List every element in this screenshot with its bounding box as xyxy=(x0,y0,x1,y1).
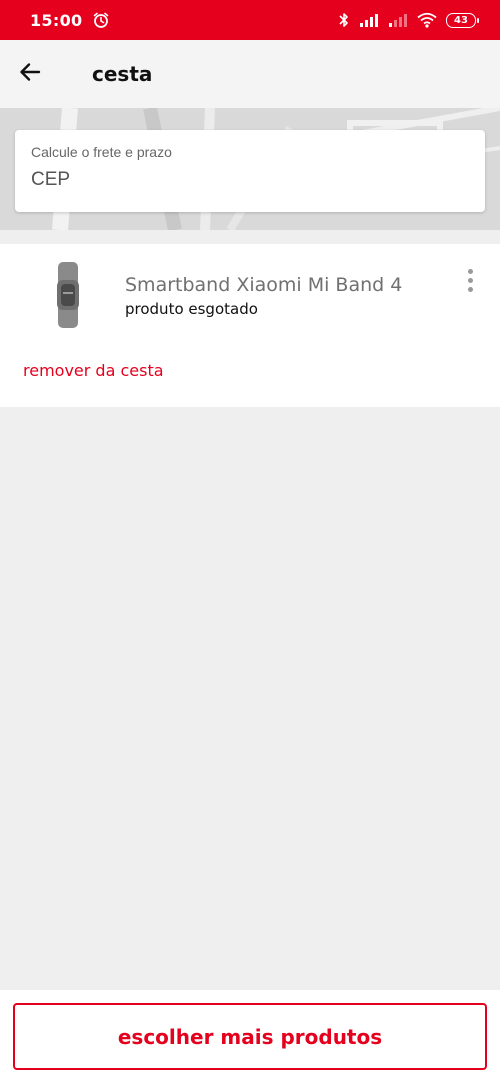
status-time: 15:00 xyxy=(30,10,83,30)
arrow-left-icon xyxy=(18,60,42,89)
alarm-icon xyxy=(92,11,110,29)
signal-weak-icon xyxy=(388,12,408,28)
more-vert-dot xyxy=(467,286,473,292)
app-header: cesta xyxy=(0,40,500,108)
remove-from-cart-link[interactable]: remover da cesta xyxy=(23,361,164,380)
product-name[interactable]: Smartband Xiaomi Mi Band 4 xyxy=(125,274,402,296)
battery-level: 43 xyxy=(454,14,468,26)
product-status: produto esgotado xyxy=(125,300,258,318)
bluetooth-icon xyxy=(338,11,350,29)
wifi-icon xyxy=(417,12,437,28)
status-bar: 15:00 43 xyxy=(0,0,500,40)
smartband-image xyxy=(57,262,79,328)
shipping-label: Calcule o frete e prazo xyxy=(31,144,172,160)
more-vert-dot xyxy=(467,277,473,283)
battery-icon: 43 xyxy=(446,12,479,28)
bottom-bar: escolher mais produtos xyxy=(0,990,500,1082)
page-title: cesta xyxy=(92,62,153,86)
shipping-banner: Calcule o frete e prazo xyxy=(0,108,500,230)
cep-input[interactable] xyxy=(31,169,469,191)
back-button[interactable] xyxy=(2,46,58,102)
cart-item: Smartband Xiaomi Mi Band 4 produto esgot… xyxy=(0,244,500,407)
signal-icon xyxy=(359,12,379,28)
choose-more-products-button[interactable]: escolher mais produtos xyxy=(13,1003,487,1070)
more-vert-icon xyxy=(467,268,473,274)
more-options-button[interactable] xyxy=(458,266,482,294)
shipping-calculator[interactable]: Calcule o frete e prazo xyxy=(15,130,485,212)
